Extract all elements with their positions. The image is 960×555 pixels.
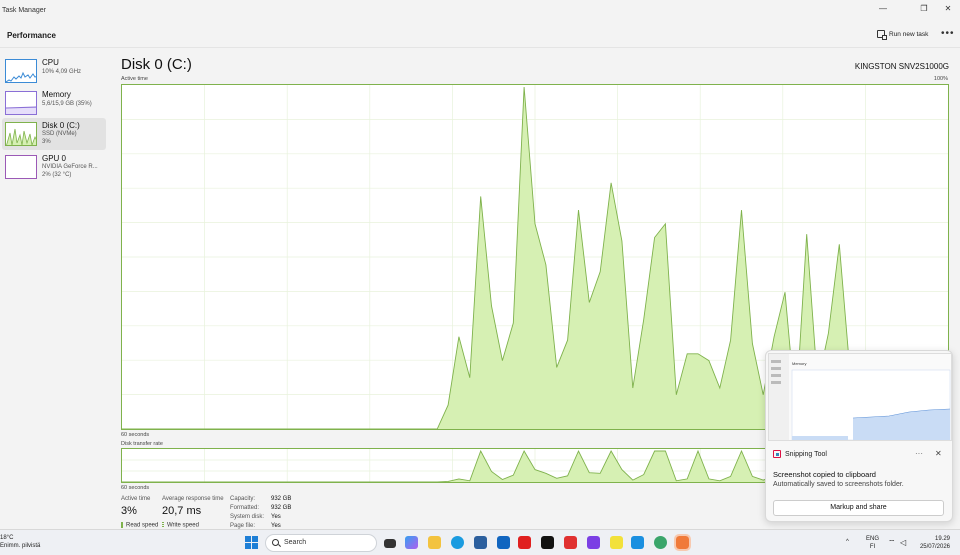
memory-thumbnail	[5, 91, 37, 115]
snipping-tool-notification[interactable]: Memory Snipping Tool ··· ✕ Screenshot co…	[765, 350, 953, 522]
snipping-tool-taskbar-icon[interactable]	[674, 534, 691, 551]
sidebar-item-usage: 3%	[42, 139, 51, 145]
system-disk-row: System disk: Yes	[230, 514, 281, 520]
chart-max-label: 100%	[933, 76, 948, 82]
write-speed-legend: Write speed	[162, 522, 199, 529]
sidebar-item-detail: 5,6/15,9 GB (35%)	[42, 101, 92, 107]
language-bottom: FI	[869, 544, 876, 550]
disk-title: Disk 0 (C:)	[121, 56, 192, 73]
avg-response-label: Average response time	[162, 496, 224, 502]
task-manager-icon[interactable]	[631, 536, 644, 549]
window-title: Task Manager	[2, 7, 46, 14]
taskbar-search[interactable]: Search	[265, 534, 377, 552]
kv-value: Yes	[271, 514, 281, 520]
search-icon	[272, 539, 279, 546]
sidebar-item-disk-0[interactable]: Disk 0 (C:) SSD (NVMe) 3%	[2, 118, 106, 150]
edge-icon[interactable]	[451, 536, 464, 549]
start-button[interactable]	[245, 536, 258, 549]
active-time-stat-label: Active time	[121, 496, 151, 502]
kv-value: 932 GB	[271, 505, 292, 511]
page-title: Performance	[7, 31, 56, 40]
active-time-chart-label: Active time	[121, 76, 148, 82]
sidebar-item-label: GPU 0	[42, 154, 67, 163]
cpu-thumbnail	[5, 59, 37, 83]
markup-and-share-button[interactable]: Markup and share	[773, 500, 944, 516]
run-new-task-button[interactable]: Run new task	[877, 30, 929, 40]
read-speed-legend: Read speed	[121, 522, 158, 529]
preview-heading: Memory	[792, 361, 806, 366]
read-speed-label: Read speed	[126, 522, 159, 529]
sidebar-item-gpu-0[interactable]: GPU 0 NVIDIA GeForce R... 2% (32 °C)	[2, 151, 106, 183]
youtube-icon[interactable]	[518, 536, 531, 549]
sidebar-item-memory[interactable]: Memory 5,6/15,9 GB (35%)	[2, 87, 106, 119]
file-explorer-icon[interactable]	[428, 536, 441, 549]
toast-app-name: Snipping Tool	[785, 450, 827, 458]
weather-widget[interactable]: 18°C Enimm. pilvistä	[0, 534, 40, 550]
write-speed-label: Write speed	[167, 522, 199, 529]
app-red-icon[interactable]	[564, 536, 577, 549]
copilot-icon[interactable]	[405, 536, 418, 549]
toast-body: Automatically saved to screenshots folde…	[773, 481, 904, 488]
active-time-value: 3%	[121, 505, 137, 517]
kv-value: 932 GB	[271, 496, 292, 502]
transfer-rate-chart-label: Disk transfer rate	[121, 441, 163, 447]
avg-response-value: 20,7 ms	[162, 505, 202, 517]
tray-chevron-icon[interactable]: ^	[846, 538, 849, 546]
language-indicator[interactable]: ENG FI	[866, 535, 879, 551]
run-new-task-label: Run new task	[889, 30, 929, 38]
more-options-button[interactable]: •••	[941, 28, 955, 39]
close-button[interactable]: ✕	[934, 2, 960, 16]
run-task-icon	[877, 30, 887, 40]
disk-model: KINGSTON SNV2S1000G	[854, 62, 949, 71]
netflix-icon[interactable]	[541, 536, 554, 549]
preview-thumbnail: Memory	[769, 354, 951, 440]
disk-thumbnail	[5, 122, 37, 146]
weather-temp: 18°C	[0, 535, 14, 541]
kv-key: System disk:	[230, 514, 265, 520]
write-speed-swatch	[162, 522, 164, 528]
sidebar-item-detail: SSD (NVMe)	[42, 131, 77, 137]
sidebar-item-cpu[interactable]: CPU 10% 4,09 GHz	[2, 55, 106, 87]
kv-key: Capacity:	[230, 496, 256, 502]
kv-key: Formatted:	[230, 505, 260, 511]
transfer-duration-label: 60 seconds	[121, 485, 150, 491]
snapchat-icon[interactable]	[610, 536, 623, 549]
snipping-tool-icon	[773, 450, 781, 458]
minimize-button[interactable]: —	[869, 2, 897, 16]
disk-stats: Active time 3% Average response time 20,…	[121, 496, 541, 530]
toast-close-button[interactable]: ✕	[935, 449, 942, 458]
clock[interactable]: 19.29 25/07/2026	[912, 535, 950, 551]
title-bar: Task Manager — ❐ ✕	[0, 0, 960, 22]
toast-more-button[interactable]: ···	[915, 449, 923, 458]
page-header: Performance Run new task •••	[0, 22, 960, 48]
sidebar-item-detail: 10% 4,09 GHz	[42, 69, 82, 75]
volume-icon[interactable]: ◁	[900, 539, 906, 547]
performance-sidebar: CPU 10% 4,09 GHz Memory 5,6/15,9 GB (35%…	[0, 49, 113, 529]
sidebar-item-detail: NVIDIA GeForce R...	[42, 164, 98, 170]
network-icon[interactable]: ⌔	[888, 539, 896, 547]
language-top: ENG	[866, 536, 880, 542]
outlook-icon[interactable]	[497, 536, 510, 549]
sidebar-item-label: CPU	[42, 58, 59, 67]
sidebar-item-label: Memory	[42, 90, 71, 99]
toast-app-row: Snipping Tool	[773, 450, 827, 458]
clock-time: 19.29	[934, 536, 950, 542]
app-green-icon[interactable]	[654, 536, 667, 549]
search-placeholder: Search	[284, 539, 307, 546]
gpu-thumbnail	[5, 155, 37, 179]
taskbar: 18°C Enimm. pilvistä Search ^ ENG FI ⌔ ◁…	[0, 529, 960, 555]
sidebar-item-label: Disk 0 (C:)	[42, 121, 80, 130]
store-icon[interactable]	[474, 536, 487, 549]
weather-desc: Enimm. pilvistä	[0, 543, 41, 549]
screenshot-preview[interactable]: Memory	[768, 353, 952, 441]
clock-date: 25/07/2026	[919, 544, 950, 550]
capacity-row: Capacity: 932 GB	[230, 496, 291, 502]
task-view-icon[interactable]	[384, 539, 396, 548]
sidebar-item-usage: 2% (32 °C)	[42, 172, 72, 178]
formatted-row: Formatted: 932 GB	[230, 505, 291, 511]
twitch-icon[interactable]	[587, 536, 600, 549]
chart-duration-label: 60 seconds	[121, 432, 150, 438]
toast-headline: Screenshot copied to clipboard	[773, 470, 876, 479]
read-speed-swatch	[121, 522, 123, 528]
